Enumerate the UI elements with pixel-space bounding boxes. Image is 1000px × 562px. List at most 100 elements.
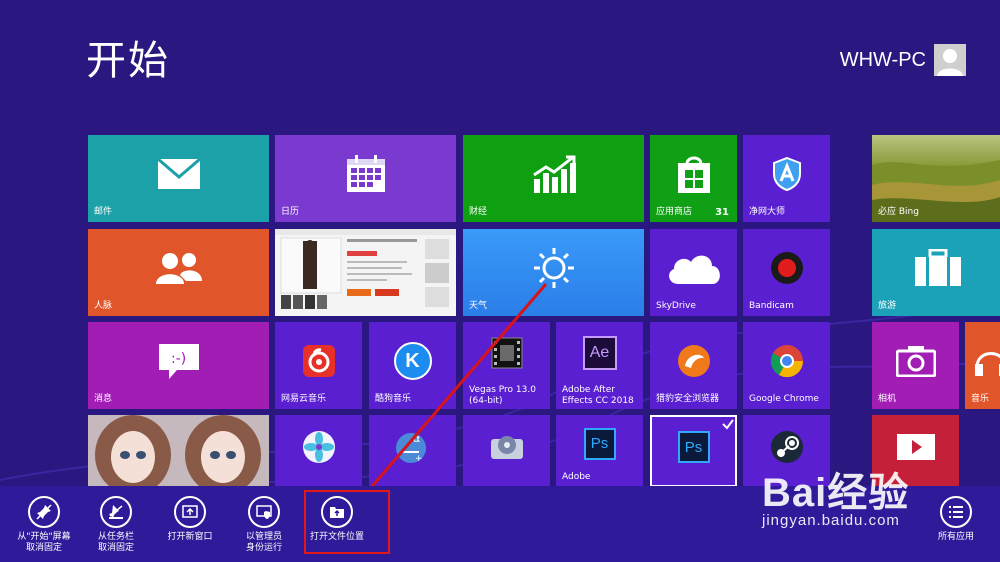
tile-label: Google Chrome: [749, 394, 819, 404]
svg-text:+: +: [415, 454, 423, 464]
tile-kugou-music[interactable]: K 酷狗音乐: [369, 322, 456, 409]
tile-liebao-browser[interactable]: 猎豹安全浏览器: [650, 322, 737, 409]
unpin-taskbar-icon: [100, 496, 132, 528]
tile-app-disc[interactable]: [463, 415, 550, 487]
tile-webpage-thumbnail[interactable]: [275, 229, 456, 316]
tile-label: 财经: [469, 207, 488, 217]
tile-label: 相机: [878, 394, 897, 404]
tile-mail[interactable]: 邮件: [88, 135, 269, 222]
tile-finance[interactable]: 财经: [463, 135, 644, 222]
tile-label: 猎豹安全浏览器: [656, 394, 720, 404]
tile-label: 天气: [469, 301, 488, 311]
svg-text:α: α: [413, 432, 420, 445]
suitcase-icon: [914, 249, 962, 287]
tile-people[interactable]: 人脉: [88, 229, 269, 316]
start-title: 开始: [86, 38, 170, 84]
liebao-browser-icon: [677, 344, 711, 378]
tile-label: 应用商店: [656, 207, 693, 217]
kugou-glyph: K: [393, 342, 432, 381]
cloud-icon: [664, 250, 724, 286]
chrome-icon: [770, 344, 804, 378]
tile-label: 净网大师: [749, 207, 786, 217]
tile-adobe-photoshop[interactable]: Ps Adobe: [556, 415, 643, 487]
appbar-label: 打开新窗口: [167, 532, 213, 542]
tile-after-effects[interactable]: Ae Adobe After Effects CC 2018: [556, 322, 643, 409]
tile-vegas-pro[interactable]: Vegas Pro 13.0 (64-bit): [463, 322, 550, 409]
flower-app-icon: [302, 430, 336, 464]
tile-app-math[interactable]: α +: [369, 415, 456, 487]
tile-netease-music[interactable]: 网易云音乐: [275, 322, 362, 409]
disc-app-icon: [489, 431, 525, 463]
unpin-icon: [28, 496, 60, 528]
film-strip-icon: [491, 337, 523, 369]
headphones-icon: [974, 345, 1000, 377]
tile-skydrive[interactable]: SkyDrive: [650, 229, 737, 316]
message-bubble-icon: :-): [157, 342, 201, 380]
camera-icon: [895, 345, 936, 378]
mail-icon: [156, 158, 201, 190]
tile-label: 酷狗音乐: [375, 394, 412, 404]
tile-messaging[interactable]: :-) 消息: [88, 322, 269, 409]
tile-label: 邮件: [94, 207, 113, 217]
tile-label: 消息: [94, 394, 113, 404]
tile-photo-dolls[interactable]: [88, 415, 269, 487]
tile-label: 音乐: [971, 394, 990, 404]
appbar-label-line1: 从"开始"屏幕: [17, 532, 71, 542]
tile-label: Vegas Pro 13.0 (64-bit): [469, 385, 536, 407]
ps-glyph: Ps: [677, 431, 710, 464]
webpage-thumbnail-image: [275, 229, 456, 309]
tile-music[interactable]: 音乐: [965, 322, 1000, 409]
calendar-icon: [346, 155, 386, 193]
tile-netguard[interactable]: 净网大师: [743, 135, 830, 222]
svg-text::-): :-): [171, 351, 186, 367]
sun-icon: [532, 246, 576, 290]
tile-weather[interactable]: 天气: [463, 229, 644, 316]
new-window-icon: [174, 496, 206, 528]
video-play-icon: [896, 433, 936, 461]
netease-music-icon: [302, 344, 336, 378]
tile-label-line1: Vegas Pro 13.0: [469, 385, 536, 395]
user-avatar-icon: [934, 44, 966, 76]
tile-label: Adobe: [562, 472, 591, 482]
tile-calendar[interactable]: 日历: [275, 135, 456, 222]
ae-glyph: Ae: [582, 336, 617, 371]
photoshop-icon: Ps: [583, 427, 616, 460]
unpin-from-start-button[interactable]: 从"开始"屏幕 取消固定: [4, 496, 84, 554]
appbar-label-line2: 取消固定: [25, 543, 62, 553]
tile-photoshop-selected[interactable]: Ps: [650, 415, 737, 487]
tile-store[interactable]: 应用商店 31: [650, 135, 737, 222]
tile-bandicam[interactable]: Bandicam: [743, 229, 830, 316]
tile-label: Bandicam: [749, 301, 794, 311]
unpin-from-taskbar-button[interactable]: 从任务栏 取消固定: [76, 496, 156, 554]
baidu-watermark: Bai经验 jingyan.baidu.com: [762, 460, 952, 550]
tile-label: 网易云音乐: [281, 394, 327, 404]
store-badge: 31: [715, 207, 729, 218]
tile-travel[interactable]: 旅游: [872, 229, 1000, 316]
appbar-label: 从"开始"屏幕 取消固定: [4, 532, 84, 554]
math-app-icon: α +: [395, 430, 431, 464]
watermark-url: jingyan.baidu.com: [762, 512, 900, 529]
shield-icon: [772, 157, 802, 192]
tile-bing[interactable]: 必应 Bing: [872, 135, 1000, 222]
store-bag-icon: [676, 154, 712, 194]
kugou-music-icon: K: [393, 342, 432, 381]
tile-label-line2: (64-bit): [469, 396, 503, 406]
admin-shield-icon: [248, 496, 280, 528]
finance-chart-icon: [532, 155, 576, 194]
appbar-label-line1: 以管理员: [245, 532, 282, 542]
open-new-window-button[interactable]: 打开新窗口: [150, 496, 230, 543]
tile-label: 旅游: [878, 301, 897, 311]
tile-google-chrome[interactable]: Google Chrome: [743, 322, 830, 409]
record-icon: [770, 251, 804, 285]
after-effects-icon: Ae: [582, 336, 617, 371]
tile-label: 必应 Bing: [878, 207, 919, 217]
tile-app-flower[interactable]: [275, 415, 362, 487]
run-as-admin-button[interactable]: 以管理员 身份运行: [224, 496, 304, 554]
tile-label: 人脉: [94, 301, 113, 311]
appbar-label-line2: 取消固定: [97, 543, 134, 553]
tile-camera[interactable]: 相机: [872, 322, 959, 409]
user-name: WHW-PC: [839, 48, 926, 71]
user-account[interactable]: WHW-PC: [840, 44, 966, 76]
photoshop-icon: Ps: [677, 431, 710, 464]
appbar-label-line2: 身份运行: [245, 543, 282, 553]
